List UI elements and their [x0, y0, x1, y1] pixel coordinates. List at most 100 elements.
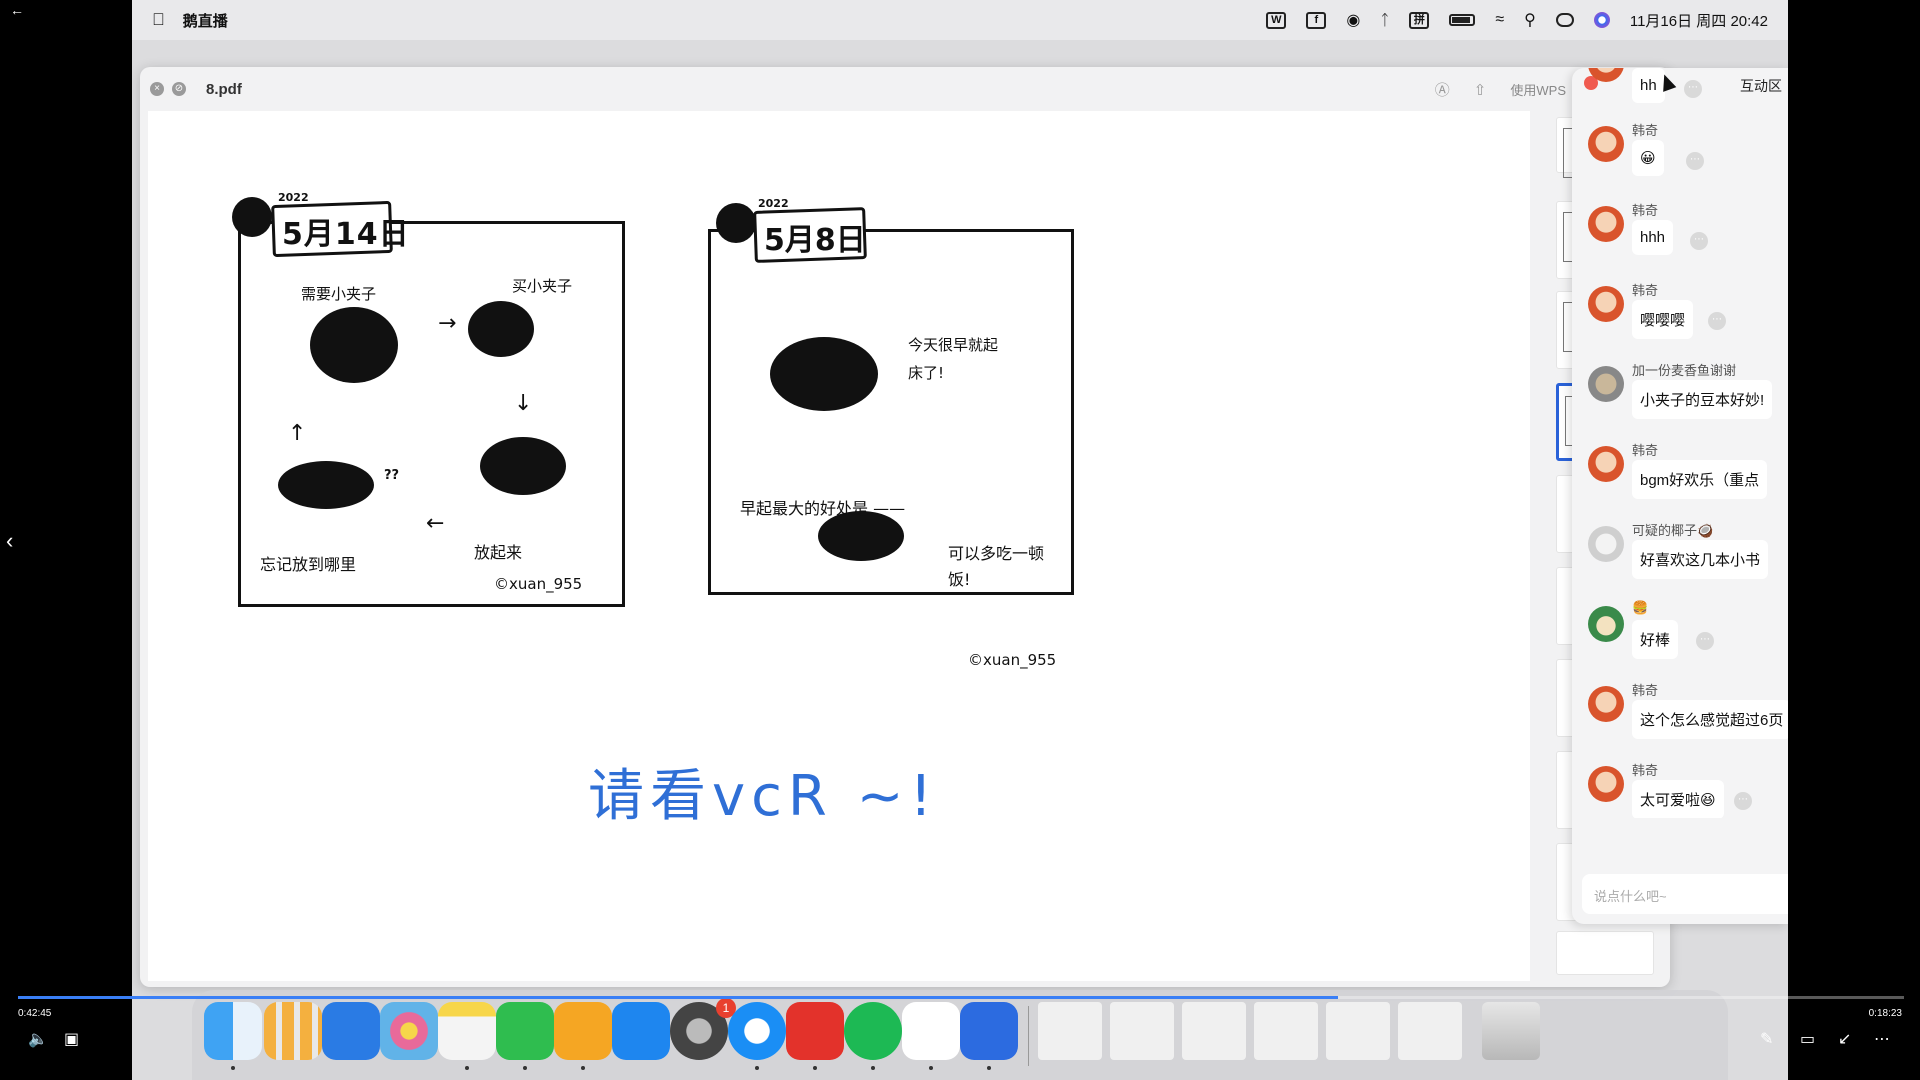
avatar[interactable] [1588, 366, 1624, 402]
more-icon[interactable]: ⋯ [1690, 232, 1708, 250]
chat-message: 加一份麦香鱼谢谢 小夹子的豆本好妙! [1572, 352, 1788, 432]
bluetooth-icon[interactable]: ᛏ [1380, 12, 1389, 29]
pdf-titlebar: × ⊘ 8.pdf Ⓐ ⇧ 使用WPS [140, 67, 1670, 111]
minimize-icon[interactable]: ⊘ [172, 82, 186, 96]
app-name[interactable]: 鹅直播 [183, 10, 228, 31]
recent-window-1[interactable] [1038, 1002, 1102, 1060]
comic-left-figure-1 [310, 307, 398, 383]
launchpad-icon[interactable] [264, 1002, 322, 1060]
chat-username: 韩奇 [1632, 123, 1659, 138]
comic-right-text-3: 可以多吃一顿饭! [948, 544, 1045, 589]
chat-message: 韩奇 嘤嘤嘤 ⋯ [1572, 272, 1788, 352]
chat-list[interactable]: hh ⋯ 韩奇 😀 ⋯ 韩奇 hhh ⋯ 韩奇 嘤嘤嘤 ⋯ 加一份麦香鱼谢谢 小… [1572, 68, 1788, 818]
comic-left-text-2: 买小夹子 [512, 277, 573, 295]
battery-icon[interactable] [1449, 14, 1476, 26]
more-options-icon[interactable]: ⋯ [1874, 1029, 1890, 1049]
share-icon[interactable]: ⇧ [1474, 81, 1487, 99]
pdf-filename: 8.pdf [206, 80, 242, 98]
input-method-icon[interactable]: 拼 [1409, 11, 1430, 29]
volume-icon[interactable]: 🔈 [28, 1029, 48, 1049]
open-with-wps-button[interactable]: 使用WPS [1510, 80, 1566, 99]
font-status-icon[interactable]: f [1306, 11, 1327, 29]
chat-bubble[interactable]: hh [1632, 68, 1665, 103]
recent-window-2[interactable] [1110, 1002, 1174, 1060]
more-icon[interactable]: ⋯ [1686, 152, 1704, 170]
comic-right-kid [716, 203, 756, 243]
annotate-icon[interactable]: Ⓐ [1435, 79, 1450, 100]
tencent-live-icon[interactable] [960, 1002, 1018, 1060]
wifi-icon[interactable]: ≈ [1495, 11, 1504, 29]
pip-icon[interactable]: ▭ [1800, 1029, 1815, 1049]
chat-bubble[interactable]: 好喜欢这几本小书 [1632, 540, 1769, 579]
chat-username: 韩奇 [1632, 283, 1659, 298]
chat-bubble[interactable]: 这个怎么感觉超过6页 [1632, 700, 1788, 739]
photos-icon[interactable] [380, 1002, 438, 1060]
qq-icon[interactable]: ◉ [1346, 10, 1360, 30]
chat-input[interactable]: 说点什么吧~ [1582, 874, 1788, 914]
avatar[interactable] [1588, 766, 1624, 802]
more-icon[interactable]: ⋯ [1684, 80, 1702, 98]
elapsed-time: 0:42:45 [18, 1008, 52, 1019]
app-store-icon[interactable] [612, 1002, 670, 1060]
exit-fullscreen-icon[interactable]: ↙ [1838, 1029, 1851, 1049]
chat-bubble[interactable]: 😀 [1632, 140, 1664, 176]
notes-icon[interactable] [438, 1002, 496, 1060]
avatar[interactable] [1588, 126, 1624, 162]
chat-message: 韩奇 hhh ⋯ [1572, 192, 1788, 272]
video-progress-fill [18, 996, 1339, 999]
more-icon[interactable]: ⋯ [1708, 312, 1726, 330]
avatar[interactable] [1588, 68, 1624, 82]
comic-left-text-1: 需要小夹子 [301, 285, 377, 303]
avatar[interactable] [1588, 446, 1624, 482]
mail-icon[interactable] [322, 1002, 380, 1060]
comic-left-date: 5月14日 [282, 217, 410, 252]
wps-status-icon[interactable]: W [1266, 11, 1287, 29]
chat-bubble[interactable]: 太可爱啦😆 [1632, 780, 1724, 818]
spotlight-icon[interactable]: ⚲ [1524, 10, 1536, 30]
avatar[interactable] [1588, 206, 1624, 242]
video-progress-bar[interactable] [18, 996, 1904, 999]
avatar[interactable] [1588, 286, 1624, 322]
chat-bubble[interactable]: 嘤嘤嘤 [1632, 300, 1694, 339]
pen-icon[interactable]: ✎ [1760, 1029, 1773, 1049]
chat-bubble[interactable]: 小夹子的豆本好妙! [1632, 380, 1773, 419]
avatar[interactable] [1588, 686, 1624, 722]
chat-bubble[interactable]: bgm好欢乐（重点 [1632, 460, 1768, 499]
pages-icon[interactable] [554, 1002, 612, 1060]
comic-right-date: 5月8日 [764, 223, 866, 258]
chat-message: 🍔 好棒 ⋯ [1572, 592, 1788, 672]
comic-right-year: 2022 [758, 197, 789, 210]
chat-bubble[interactable]: hhh [1632, 220, 1674, 255]
safari-icon[interactable] [728, 1002, 786, 1060]
more-icon[interactable]: ⋯ [1696, 632, 1714, 650]
avatar[interactable] [1588, 526, 1624, 562]
prev-icon[interactable]: ‹ [6, 528, 13, 554]
apple-icon[interactable]:  [152, 10, 165, 30]
recent-window-4[interactable] [1254, 1002, 1318, 1060]
datetime[interactable]: 11月16日 周四 20:42 [1630, 10, 1768, 31]
numbers-icon[interactable] [496, 1002, 554, 1060]
trash-icon[interactable] [1482, 1002, 1540, 1060]
pdf-window: × ⊘ 8.pdf Ⓐ ⇧ 使用WPS 2022 5月14日 需要小夹子 买小夹… [140, 67, 1670, 987]
finder-icon[interactable] [204, 1002, 262, 1060]
chat-bubble[interactable]: 好棒 [1632, 620, 1679, 659]
chat-message: 韩奇 bgm好欢乐（重点 [1572, 432, 1788, 512]
comic-left-arrows: → [438, 311, 457, 336]
chat-username: 可疑的椰子🥥 [1632, 523, 1714, 538]
control-center-icon[interactable] [1555, 13, 1574, 27]
close-icon[interactable]: × [150, 82, 164, 96]
recent-window-3[interactable] [1182, 1002, 1246, 1060]
netease-music-icon[interactable] [786, 1002, 844, 1060]
recent-window-5[interactable] [1326, 1002, 1390, 1060]
more-icon[interactable]: ⋯ [1734, 792, 1752, 810]
avatar[interactable] [1588, 606, 1624, 642]
subtitles-icon[interactable]: ▣ [64, 1029, 79, 1049]
chat-username: 🍔 [1632, 600, 1649, 615]
spotify-icon[interactable] [844, 1002, 902, 1060]
wps-icon[interactable] [902, 1002, 960, 1060]
back-icon[interactable]: ← [10, 2, 24, 18]
recent-window-6[interactable] [1398, 1002, 1462, 1060]
thumbnail[interactable] [1556, 931, 1654, 975]
siri-icon[interactable] [1593, 12, 1610, 28]
comic-left-year: 2022 [278, 191, 309, 204]
